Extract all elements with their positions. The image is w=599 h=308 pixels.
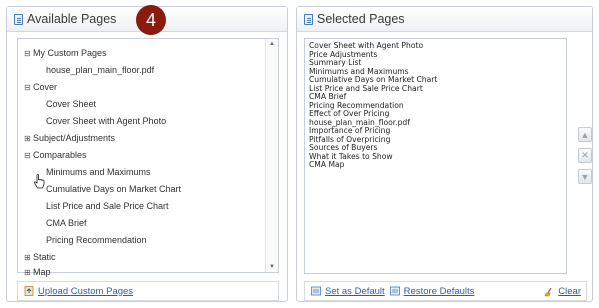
step-badge: 4 xyxy=(136,5,166,35)
upload-footer: Upload Custom Pages xyxy=(17,281,279,301)
tree-item-cover-sheet[interactable]: Cover Sheet xyxy=(46,97,96,111)
move-down-button[interactable]: ▼ xyxy=(578,169,592,184)
tree-item-pricing-recommendation[interactable]: Pricing Recommendation xyxy=(46,233,147,247)
tree-item-cover-sheet-agent-photo[interactable]: Cover Sheet with Agent Photo xyxy=(46,114,166,128)
restore-icon xyxy=(389,286,400,296)
tree-group-my-custom-pages[interactable]: ⊟ My Custom Pages xyxy=(24,46,107,60)
selected-pages-title: Selected Pages xyxy=(317,12,405,26)
tree-scrollbar[interactable]: ▲ ▼ xyxy=(265,39,278,272)
page-icon xyxy=(14,13,23,25)
restore-defaults-link[interactable]: Restore Defaults xyxy=(404,286,475,297)
list-item[interactable]: What it Takes to Show xyxy=(309,152,562,162)
chevron-down-icon: ▼ xyxy=(580,171,590,182)
scroll-down-icon[interactable]: ▼ xyxy=(266,264,278,270)
expand-icon[interactable]: ⊞ xyxy=(24,251,31,265)
tree-group-comparables[interactable]: ⊟ Comparables xyxy=(24,148,87,162)
available-pages-tree[interactable]: ⊟ My Custom Pages house_plan_main_floor.p… xyxy=(17,38,279,277)
chevron-up-icon: ▲ xyxy=(580,129,590,140)
selected-footer: Set as Default Restore Defaults Clear xyxy=(304,281,587,301)
tree-item-cumulative-days-chart[interactable]: Cumulative Days on Market Chart xyxy=(46,182,181,196)
collapse-icon[interactable]: ⊟ xyxy=(24,149,31,163)
set-default-icon xyxy=(311,286,321,296)
selected-pages-list[interactable]: Cover Sheet with Agent Photo Price Adjus… xyxy=(304,38,567,274)
set-as-default-link[interactable]: Set as Default xyxy=(325,286,385,297)
expand-icon[interactable]: ⊞ xyxy=(24,266,31,280)
tree-group-subject-adjustments[interactable]: ⊞ Subject/Adjustments xyxy=(24,131,115,145)
tree-group-map[interactable]: ⊞ Map xyxy=(24,265,51,279)
upload-icon xyxy=(24,286,34,296)
clear-link[interactable]: Clear xyxy=(558,286,581,297)
remove-button[interactable]: ✕ xyxy=(578,148,592,163)
scroll-up-icon[interactable]: ▲ xyxy=(266,41,278,47)
selected-pages-panel: Selected Pages Cover Sheet with Agent Ph… xyxy=(296,6,593,302)
tree-group-static[interactable]: ⊞ Static xyxy=(24,250,56,264)
collapse-icon[interactable]: ⊟ xyxy=(24,81,31,95)
available-pages-title: Available Pages xyxy=(27,12,117,26)
expand-icon[interactable]: ⊞ xyxy=(24,132,31,146)
tree-item-minimums-maximums[interactable]: Minimums and Maximums xyxy=(46,165,151,179)
selected-pages-header: Selected Pages xyxy=(297,7,592,32)
collapse-icon[interactable]: ⊟ xyxy=(24,47,31,61)
upload-custom-pages-link[interactable]: Upload Custom Pages xyxy=(38,286,133,297)
tree-item-house-plan[interactable]: house_plan_main_floor.pdf xyxy=(46,63,154,77)
move-up-button[interactable]: ▲ xyxy=(578,127,592,142)
hand-cursor-icon xyxy=(33,174,45,189)
close-icon: ✕ xyxy=(581,150,589,160)
page-icon xyxy=(304,13,313,25)
list-item[interactable]: List Price and Sale Price Chart xyxy=(309,84,562,94)
tree-item-list-sale-price-chart[interactable]: List Price and Sale Price Chart xyxy=(46,199,169,213)
list-item[interactable]: CMA Map xyxy=(309,160,562,170)
available-pages-panel: Available Pages 4 ⊟ My Custom Pages house… xyxy=(6,5,288,302)
broom-icon xyxy=(544,287,552,296)
tree-item-cma-brief[interactable]: CMA Brief xyxy=(46,216,87,230)
tree-group-cover[interactable]: ⊟ Cover xyxy=(24,80,57,94)
